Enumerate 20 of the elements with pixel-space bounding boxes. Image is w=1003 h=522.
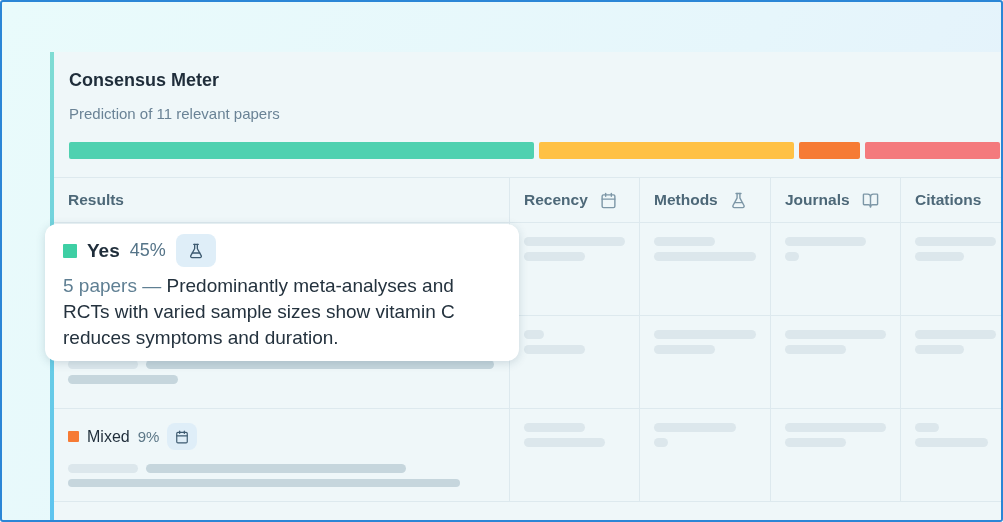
card-subtitle: Prediction of 11 relevant papers: [69, 105, 281, 122]
skeleton-line: [524, 345, 585, 354]
book-icon: [861, 191, 879, 209]
calendar-icon[interactable]: [167, 423, 198, 450]
column-label: Citations: [915, 191, 982, 209]
answer-percent: 9%: [137, 428, 160, 445]
answer-percent: 45%: [129, 240, 166, 261]
column-label: Methods: [654, 191, 718, 209]
answer-label: Yes: [87, 239, 120, 262]
column-label: Recency: [524, 191, 588, 209]
summary-text: 5 papers — Predominantly meta-analyses and RCTs with varied sample sizes show vitamin C reduces symptoms and duration.: [63, 274, 456, 350]
skeleton-line: [524, 252, 585, 261]
flask-icon[interactable]: [175, 234, 216, 267]
column-label: Journals: [785, 191, 850, 209]
column-label: Results: [68, 191, 124, 209]
flask-icon: [729, 191, 747, 209]
answer-label: Mixed: [87, 427, 130, 446]
calendar-icon: [599, 191, 617, 209]
card-title: Consensus Meter: [69, 70, 221, 91]
skeleton-line: [524, 330, 545, 339]
